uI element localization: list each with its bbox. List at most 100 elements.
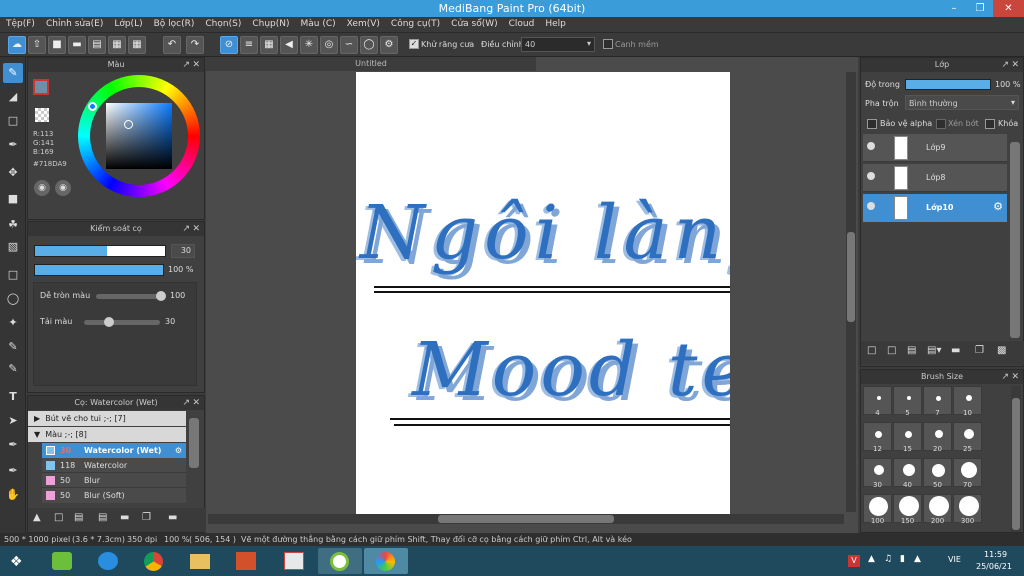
palette-add-icon[interactable]: ◉ [55,180,71,196]
brush-size-cell[interactable]: 12 [863,422,892,453]
perspective-snap-icon[interactable]: ◀ [280,36,298,54]
dot-tool-icon[interactable]: □ [3,111,23,131]
brush-size-cell[interactable]: 10 [953,386,982,417]
brush-size-cell[interactable]: 15 [893,422,922,453]
hue-picker-handle[interactable] [88,102,97,111]
medibang-paint-active-icon[interactable] [364,548,408,574]
close-icon[interactable]: ✕ [192,222,200,236]
gradient-tool-icon[interactable]: ▧ [3,237,23,257]
layer-opacity-slider[interactable] [905,79,991,90]
duplicate-icon[interactable]: ❐ [142,512,151,523]
protect-alpha-checkbox[interactable] [867,119,877,129]
wet-slider[interactable] [84,317,160,327]
brush-size-cell[interactable]: 5 [893,386,922,417]
menu-cloud[interactable]: Cloud [503,17,540,29]
file-explorer-icon[interactable] [178,548,222,574]
brush-size-cell[interactable]: 50 [923,458,952,489]
eyedropper-tool-icon[interactable]: ✒ [3,461,23,481]
brush-size-cell[interactable]: 300 [953,494,982,525]
clock-date[interactable]: 25/06/21 [976,562,1012,571]
eraser-tool-icon[interactable]: ◢ [3,87,23,107]
brush-list-scrollbar[interactable] [189,418,199,468]
add-brush-icon[interactable]: ▤ [74,512,83,523]
select-eraser-icon[interactable]: ✎ [3,359,23,379]
battery-icon[interactable]: ▮ [900,554,905,564]
soft-edge-checkbox[interactable] [603,39,613,49]
palette-icon[interactable]: ◉ [34,180,50,196]
layer-menu-icon[interactable]: ▤▾ [927,345,941,356]
brush-group-1[interactable]: ▶ Bút vẽ cho tui ;-; [7] [28,411,186,426]
popout-icon[interactable]: ↗ [1001,370,1009,384]
share-icon[interactable]: ⇧ [28,36,46,54]
pages-icon[interactable]: ▦ [108,36,126,54]
popout-icon[interactable]: ↗ [182,396,190,410]
undo-icon[interactable]: ↶ [163,36,181,54]
sv-picker-handle[interactable] [124,120,133,129]
brush-size-cell[interactable]: 200 [923,494,952,525]
merge-icon[interactable]: ▩ [997,345,1006,356]
smooth-slider[interactable] [96,291,166,301]
divide-tool-icon[interactable]: ✒ [3,435,23,455]
popout-icon[interactable]: ↗ [182,222,190,236]
brush-item[interactable]: 50 Blur (Soft) [42,488,186,503]
select-pen-icon[interactable]: ✎ [3,337,23,357]
shape-tool-icon[interactable]: ■ [3,189,23,209]
canvas-paper[interactable]: Ngôi làng Mood team [356,72,730,514]
settings-icon[interactable]: ⚙ [380,36,398,54]
lasso-tool-icon[interactable]: ◯ [3,289,23,309]
transparent-swatch[interactable] [35,108,49,122]
brush-size-slider[interactable] [34,245,166,257]
bluestacks-icon[interactable] [40,548,84,574]
brush-group-2[interactable]: ▼ Màu ;-; [8] [28,427,186,442]
saturation-square[interactable] [106,103,172,169]
folder-icon[interactable]: ▬ [120,512,129,523]
trash-icon[interactable]: ▬ [168,512,177,523]
curve-snap-icon[interactable]: ∽ [340,36,358,54]
close-icon[interactable]: ✕ [192,396,200,410]
brush-opacity-slider[interactable] [34,264,164,276]
magic-wand-icon[interactable]: ✦ [3,313,23,333]
new-brush-icon[interactable]: □ [54,512,63,523]
chat-icon[interactable]: ▬ [68,36,86,54]
hue-ring[interactable] [78,75,200,197]
close-icon[interactable]: ✕ [1011,370,1019,384]
brush-size-cell[interactable]: 25 [953,422,982,453]
ellipse-snap-icon[interactable]: ◯ [360,36,378,54]
input-language[interactable]: VIE [948,555,961,564]
menu-edit[interactable]: Chỉnh sửa(E) [40,17,108,29]
primary-color-swatch[interactable] [33,79,49,95]
select-tool-icon[interactable]: □ [3,265,23,285]
brush-item[interactable]: 30 Watercolor (Wet) ⚙ [42,443,186,458]
medibang-icon[interactable] [318,548,362,574]
gear-icon[interactable]: ⚙ [993,200,1003,213]
blend-mode-dropdown[interactable]: Bình thường ▾ [905,95,1019,110]
clip-checkbox[interactable] [936,119,946,129]
brush-settings-icon[interactable]: ▤ [98,512,107,523]
chrome-icon[interactable] [132,548,176,574]
document-icon[interactable]: ▤ [88,36,106,54]
layer-row[interactable]: Lớp8 [863,164,1007,192]
menu-layer[interactable]: Lớp(L) [108,17,147,29]
visibility-eye-icon[interactable] [867,202,875,210]
brush-size-cell[interactable]: 4 [863,386,892,417]
windows-start-icon[interactable]: ❖ [10,554,26,570]
restore-button[interactable]: ❐ [966,0,994,17]
cross-snap-icon[interactable]: ▦ [260,36,278,54]
new-8bit-layer-icon[interactable]: ▤ [907,345,916,356]
menu-snap[interactable]: Chụp(N) [246,17,294,29]
menu-tools[interactable]: Công cụ(T) [385,17,445,29]
parallel-snap-icon[interactable]: ≡ [240,36,258,54]
brush-item[interactable]: 50 Blur [42,473,186,488]
antivirus-tray-icon[interactable]: V [848,555,860,567]
lock-checkbox[interactable] [985,119,995,129]
vertical-scrollbar[interactable] [846,72,856,512]
folder-icon[interactable]: ▬ [951,345,960,356]
brush-size-cell[interactable]: 40 [893,458,922,489]
canvas-tab[interactable]: Untitled [206,57,536,71]
new-halftone-layer-icon[interactable]: □ [887,345,896,356]
layer-row[interactable]: Lớp9 [863,134,1007,162]
paint-app-icon[interactable] [272,548,316,574]
brush-item[interactable]: 118 Watercolor [42,458,186,473]
clock-time[interactable]: 11:59 [984,550,1007,559]
brush-size-cell[interactable]: 70 [953,458,982,489]
